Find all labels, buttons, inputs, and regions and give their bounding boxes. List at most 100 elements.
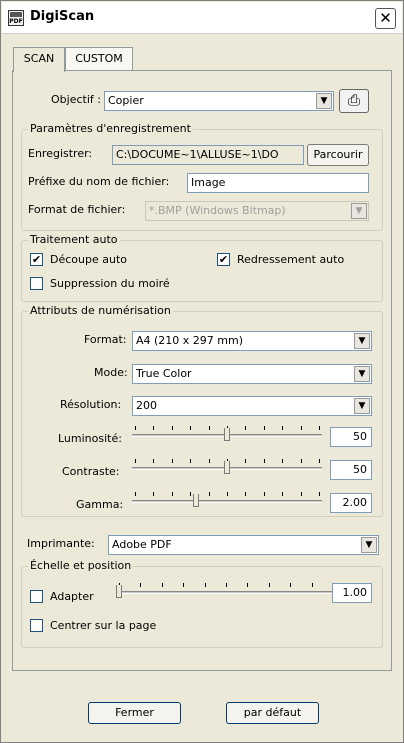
- slider-tick: [319, 459, 320, 463]
- scan-tab-panel: Objectif : Copier ▼ ⎙ Paramètres d'enreg…: [12, 70, 392, 671]
- slider-tick: [153, 492, 154, 496]
- slider-thumb[interactable]: [224, 428, 230, 441]
- slider-tick: [135, 492, 136, 496]
- default-button[interactable]: par défaut: [226, 702, 319, 724]
- slider-thumb[interactable]: [193, 494, 199, 507]
- scan-attributes-title: Attributs de numérisation: [28, 304, 173, 317]
- slider-tick: [290, 583, 291, 587]
- app-icon: PDF: [8, 10, 24, 26]
- slider-tick: [264, 459, 265, 463]
- slider-tick: [247, 583, 248, 587]
- browse-button[interactable]: Parcourir: [307, 144, 369, 166]
- moire-checkbox[interactable]: [30, 277, 43, 290]
- slider-tick: [172, 426, 173, 430]
- adapter-value[interactable]: 1.00: [332, 583, 372, 603]
- redressement-label: Redressement auto: [237, 253, 345, 266]
- slider-tick: [245, 426, 246, 430]
- save-settings-title: Paramètres d'enregistrement: [28, 122, 193, 135]
- slider-tick: [226, 583, 227, 587]
- objectif-label: Objectif :: [51, 93, 101, 106]
- slider-ticks: [116, 581, 336, 587]
- slider-tick: [282, 426, 283, 430]
- slider-tick: [282, 492, 283, 496]
- gamma-label: Gamma:: [76, 498, 124, 511]
- prefix-input[interactable]: Image: [187, 173, 369, 193]
- adapter-checkbox[interactable]: [30, 590, 43, 603]
- slider-tick: [209, 426, 210, 430]
- luminosite-label: Luminosité:: [58, 432, 122, 445]
- decoupe-label: Découpe auto: [50, 253, 127, 266]
- mode-select[interactable]: True Color ▼: [132, 364, 372, 384]
- slider-tick: [282, 459, 283, 463]
- digiscan-window: PDF DigiScan ✕ SCAN CUSTOM Objectif : Co…: [0, 0, 404, 743]
- contraste-slider[interactable]: [132, 457, 322, 479]
- slider-tick: [269, 583, 270, 587]
- close-button[interactable]: Fermer: [88, 702, 181, 724]
- tab-scan[interactable]: SCAN: [13, 47, 65, 72]
- chevron-down-icon: ▼: [316, 93, 332, 109]
- format-value: A4 (210 x 297 mm): [136, 334, 244, 347]
- centrer-checkbox[interactable]: [30, 619, 43, 632]
- contraste-label: Contraste:: [62, 465, 120, 478]
- file-format-select: *.BMP (Windows Bitmap) ▼: [145, 201, 369, 221]
- chevron-down-icon: ▼: [354, 366, 370, 382]
- slider-tick: [153, 426, 154, 430]
- gamma-slider[interactable]: [132, 490, 322, 512]
- slider-tick: [264, 492, 265, 496]
- slider-track: [132, 500, 322, 503]
- file-format-label: Format de fichier:: [28, 203, 126, 216]
- redressement-checkbox[interactable]: ✔: [217, 253, 230, 266]
- printer-value: Adobe PDF: [112, 538, 172, 551]
- prefix-label: Préfixe du nom de fichier:: [28, 175, 170, 188]
- resolution-label: Résolution:: [60, 398, 122, 411]
- slider-thumb[interactable]: [116, 585, 122, 598]
- slider-thumb[interactable]: [224, 461, 230, 474]
- adapter-label: Adapter: [50, 590, 94, 603]
- chevron-down-icon: ▼: [354, 333, 370, 349]
- scale-position-group: Échelle et position Adapter 1.00 Centrer…: [21, 559, 383, 648]
- file-format-value: *.BMP (Windows Bitmap): [149, 204, 286, 217]
- slider-tick: [227, 492, 228, 496]
- slider-tick: [209, 459, 210, 463]
- printer-label: Imprimante:: [27, 537, 95, 550]
- close-window-button[interactable]: ✕: [375, 8, 396, 29]
- tab-custom[interactable]: CUSTOM: [65, 47, 133, 71]
- scan-attributes-group: Attributs de numérisation Format: A4 (21…: [21, 304, 383, 517]
- luminosite-value[interactable]: 50: [330, 427, 372, 447]
- slider-tick: [172, 492, 173, 496]
- objectif-select[interactable]: Copier ▼: [104, 91, 334, 111]
- centrer-label: Centrer sur la page: [50, 619, 157, 632]
- contraste-value[interactable]: 50: [330, 460, 372, 480]
- slider-tick: [190, 492, 191, 496]
- save-settings-group: Paramètres d'enregistrement Enregistrer:…: [21, 122, 383, 231]
- adapter-slider[interactable]: [116, 581, 336, 603]
- slider-tick: [301, 426, 302, 430]
- objectif-value: Copier: [108, 94, 144, 107]
- chevron-down-icon: ▼: [351, 203, 367, 219]
- auto-processing-title: Traitement auto: [28, 233, 120, 246]
- luminosite-slider[interactable]: [132, 424, 322, 446]
- slider-tick: [319, 426, 320, 430]
- slider-tick: [190, 459, 191, 463]
- slider-tick: [209, 492, 210, 496]
- auto-processing-group: Traitement auto ✔ Découpe auto ✔ Redress…: [21, 233, 383, 302]
- scanner-icon[interactable]: ⎙: [339, 89, 369, 113]
- gamma-value[interactable]: 2.00: [330, 493, 372, 513]
- slider-tick: [190, 426, 191, 430]
- window-title: DigiScan: [30, 9, 95, 24]
- save-path-label: Enregistrer:: [28, 147, 93, 160]
- printer-select[interactable]: Adobe PDF ▼: [108, 535, 379, 555]
- save-path-field[interactable]: C:\DOCUME~1\ALLUSE~1\DO: [112, 145, 304, 165]
- slider-tick: [319, 492, 320, 496]
- slider-track: [116, 591, 336, 594]
- format-select[interactable]: A4 (210 x 297 mm) ▼: [132, 331, 372, 351]
- mode-label: Mode:: [94, 366, 128, 379]
- slider-tick: [153, 459, 154, 463]
- slider-tick: [135, 459, 136, 463]
- decoupe-checkbox[interactable]: ✔: [30, 253, 43, 266]
- chevron-down-icon: ▼: [361, 537, 377, 553]
- slider-tick: [205, 583, 206, 587]
- resolution-select[interactable]: 200 ▼: [132, 396, 372, 416]
- slider-tick: [245, 459, 246, 463]
- mode-value: True Color: [136, 367, 192, 380]
